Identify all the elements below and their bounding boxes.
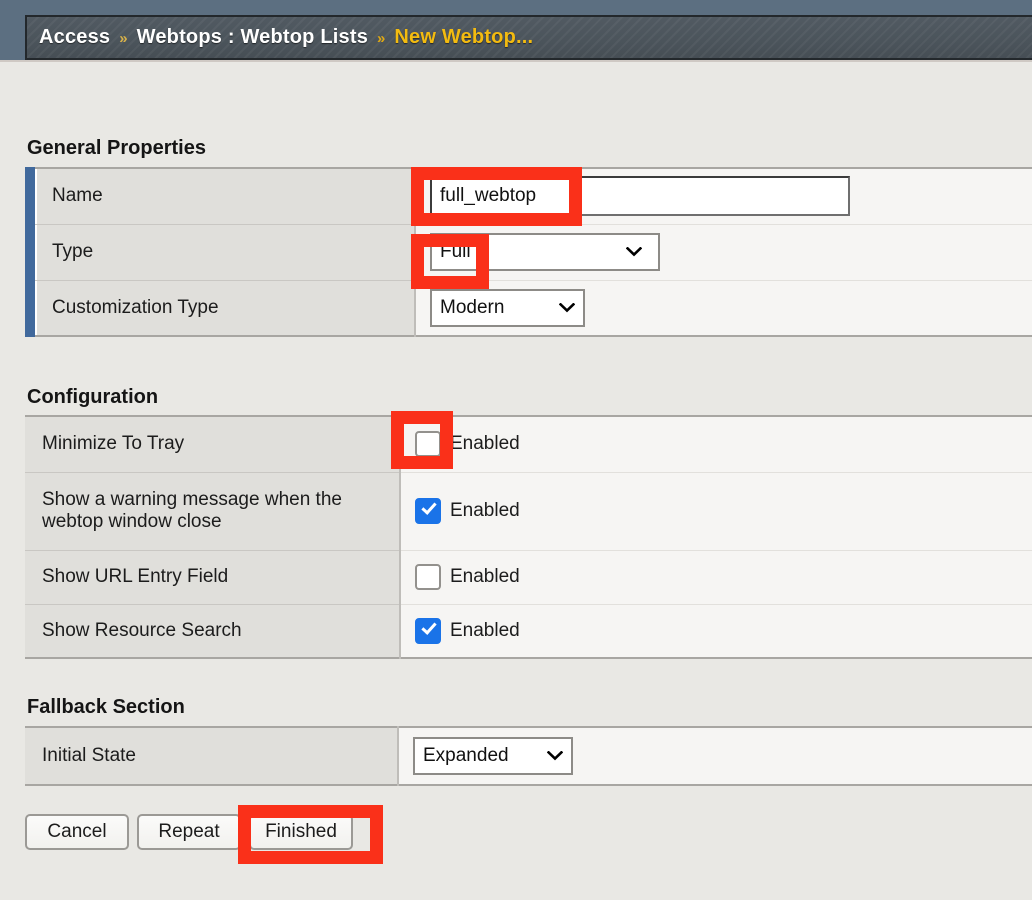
customization-type-select-value: Modern [440,296,505,318]
section-title-general-properties: General Properties [27,137,206,159]
row-label-initial-state: Initial State [25,727,399,785]
checkbox-label: Enabled [450,619,520,641]
form-action-buttons: Cancel Repeat Finished [25,814,353,850]
breadcrumb-item-webtop-lists[interactable]: Webtops : Webtop Lists [137,26,368,49]
breadcrumb-separator-icon: » [119,30,128,47]
configuration-table: Minimize To Tray Enabled Show a warning … [25,415,1032,659]
section-title-configuration: Configuration [27,386,159,408]
customization-type-select[interactable]: Modern [430,288,585,327]
row-label-minimize-to-tray: Minimize To Tray [25,416,401,473]
table-row: Name [25,168,1032,225]
initial-state-select[interactable]: Expanded [413,737,573,775]
name-input[interactable] [430,176,850,217]
finished-button[interactable]: Finished [249,814,353,850]
row-label-name: Name [25,168,416,225]
cancel-button[interactable]: Cancel [25,814,129,850]
row-label-show-resource-search: Show Resource Search [25,604,401,658]
main-content: General Properties Name Type Full [0,62,1032,900]
table-row: Show Resource Search Enabled [25,604,1032,658]
show-url-entry-field-checkbox[interactable] [415,564,441,590]
type-select-value: Full [440,241,471,262]
checkbox-label: Enabled [450,433,520,455]
table-row: Show a warning message when the webtop w… [25,472,1032,551]
type-select[interactable]: Full [430,233,660,271]
table-row: Customization Type Modern [25,280,1032,336]
general-properties-table: Name Type Full [25,167,1032,337]
row-label-type: Type [25,224,416,281]
breadcrumb-item-new-webtop: New Webtop... [394,26,534,48]
chevron-down-icon [533,749,564,763]
breadcrumb-separator-icon: » [377,30,386,47]
checkbox-label: Enabled [450,500,520,521]
checkbox-label: Enabled [450,566,520,587]
fallback-section-table: Initial State Expanded [25,726,1032,786]
initial-state-select-value: Expanded [423,745,509,766]
breadcrumb-item-access[interactable]: Access [39,26,110,49]
show-resource-search-checkbox[interactable] [415,617,441,644]
table-row: Minimize To Tray Enabled [25,416,1032,473]
table-row: Show URL Entry Field Enabled [25,550,1032,605]
table-row: Type Full [25,224,1032,281]
show-warning-message-checkbox[interactable] [415,498,441,524]
table-row: Initial State Expanded [25,727,1032,785]
page-header-bar: Access » Webtops : Webtop Lists » New We… [0,0,1032,62]
section-title-fallback: Fallback Section [27,696,185,718]
minimize-to-tray-checkbox[interactable] [415,431,441,458]
row-label-customization-type: Customization Type [25,280,416,336]
chevron-down-icon [545,301,576,315]
row-label-show-warning-message: Show a warning message when the webtop w… [25,472,401,551]
chevron-down-icon [612,245,650,259]
row-label-show-url-entry-field: Show URL Entry Field [25,550,401,605]
repeat-button[interactable]: Repeat [137,814,241,850]
breadcrumb: Access » Webtops : Webtop Lists » New We… [25,15,1032,60]
